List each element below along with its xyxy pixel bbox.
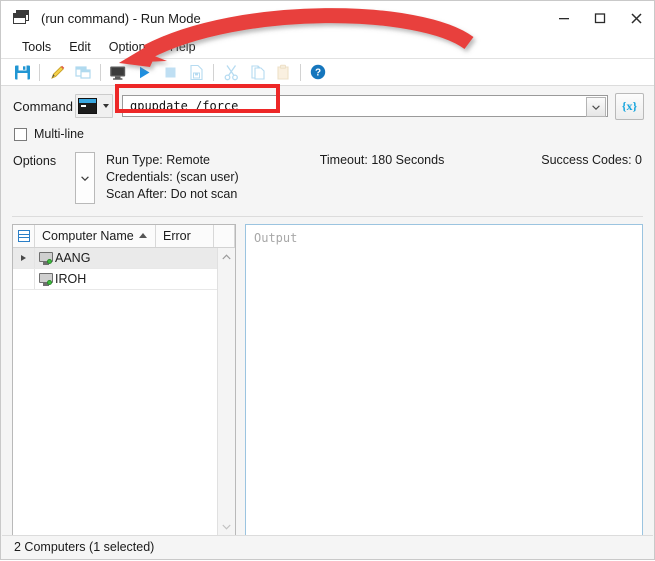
option-credentials: Credentials: (scan user): [106, 170, 239, 184]
scroll-down-button[interactable]: [218, 518, 235, 535]
menu-item-help[interactable]: Help: [161, 38, 205, 56]
column-header-error-label: Error: [163, 229, 191, 243]
row-expand-toggle[interactable]: [13, 269, 35, 289]
output-panel[interactable]: Output: [245, 224, 643, 554]
run-play-icon[interactable]: [131, 60, 157, 84]
save-icon[interactable]: [9, 60, 35, 84]
options-summary: Run Type: Remote Credentials: (scan user…: [106, 152, 239, 208]
option-run-type: Run Type: Remote: [106, 153, 210, 167]
status-bar-text: 2 Computers (1 selected): [14, 540, 155, 554]
status-bar: 2 Computers (1 selected): [2, 535, 653, 558]
minimize-button[interactable]: [546, 1, 582, 35]
monitor-icon[interactable]: [105, 60, 131, 84]
option-scan-after: Scan After: Do not scan: [106, 187, 238, 201]
toolbar-separator: [213, 63, 214, 81]
row-expand-toggle[interactable]: [13, 248, 35, 268]
help-icon[interactable]: ?: [305, 60, 331, 84]
toolbar: ?: [1, 59, 654, 86]
chevron-down-icon[interactable]: [99, 96, 112, 116]
title-bar: (run command) - Run Mode: [1, 1, 654, 35]
insert-variable-button[interactable]: {x}: [615, 92, 644, 120]
sort-ascending-icon: [139, 233, 147, 238]
column-header-filler: [214, 225, 235, 247]
options-expand-button[interactable]: [75, 152, 95, 204]
edit-pencil-icon[interactable]: [44, 60, 70, 84]
console-window-icon: [78, 98, 97, 114]
save-file-icon: [183, 60, 209, 84]
computer-list-body: AANG IROH: [13, 248, 235, 535]
computer-online-icon: [39, 272, 54, 286]
computer-list: Computer Name Error AANG IROH: [12, 224, 236, 554]
svg-text:?: ?: [315, 68, 321, 79]
menu-bar: Tools Edit Options Help: [1, 35, 654, 59]
computer-name-label: AANG: [55, 251, 91, 265]
toolbar-separator: [300, 63, 301, 81]
computer-name-label: IROH: [55, 272, 87, 286]
column-header-computer-name-label: Computer Name: [42, 229, 134, 243]
multiline-checkbox[interactable]: [14, 127, 27, 141]
command-type-selector[interactable]: [75, 94, 113, 118]
menu-item-options[interactable]: Options: [100, 38, 161, 56]
options-label: Options: [13, 154, 57, 168]
command-input[interactable]: gpupdate /force: [122, 95, 608, 117]
computer-online-icon: [39, 251, 54, 265]
computer-name-cell: IROH: [35, 272, 86, 286]
grid-icon: [17, 230, 30, 242]
computer-name-cell: AANG: [35, 251, 90, 265]
main-panes: Computer Name Error AANG IROH Output: [12, 224, 643, 554]
close-button[interactable]: [618, 1, 654, 35]
paste-icon: [270, 60, 296, 84]
copy-icon: [244, 60, 270, 84]
computer-list-vertical-scrollbar[interactable]: [217, 248, 235, 535]
duplicate-window-icon: [70, 60, 96, 84]
section-divider: [12, 216, 643, 217]
table-row[interactable]: AANG: [13, 248, 217, 269]
run-command-window: (run command) - Run Mode Tools Edit Opti…: [0, 0, 655, 560]
cut-icon: [218, 60, 244, 84]
option-success-codes: Success Codes: 0: [541, 153, 642, 167]
window-controls: [546, 1, 654, 35]
column-header-computer-name[interactable]: Computer Name: [35, 225, 156, 247]
multiline-row: Multi-line: [1, 123, 654, 145]
stop-icon: [157, 60, 183, 84]
cascade-windows-icon: [13, 10, 31, 26]
column-header-error[interactable]: Error: [156, 225, 214, 247]
table-row[interactable]: IROH: [13, 269, 217, 290]
menu-item-tools[interactable]: Tools: [13, 38, 60, 56]
menu-item-edit[interactable]: Edit: [60, 38, 100, 56]
option-timeout: Timeout: 180 Seconds: [319, 153, 445, 167]
toolbar-separator: [100, 63, 101, 81]
command-label: Command: [13, 98, 73, 114]
options-row: Options Run Type: Remote Credentials: (s…: [1, 152, 654, 208]
toolbar-separator: [39, 63, 40, 81]
scroll-up-button[interactable]: [218, 248, 235, 265]
chevron-down-icon: [81, 175, 89, 181]
window-title: (run command) - Run Mode: [41, 10, 201, 26]
computer-list-header: Computer Name Error: [13, 225, 235, 248]
select-all-column-header[interactable]: [13, 225, 35, 247]
command-input-value: gpupdate /force: [130, 99, 239, 113]
output-placeholder: Output: [254, 231, 298, 245]
command-row: Command gpupdate /force {x}: [1, 91, 654, 121]
command-history-dropdown[interactable]: [586, 97, 606, 117]
maximize-button[interactable]: [582, 1, 618, 35]
multiline-label: Multi-line: [34, 127, 85, 141]
